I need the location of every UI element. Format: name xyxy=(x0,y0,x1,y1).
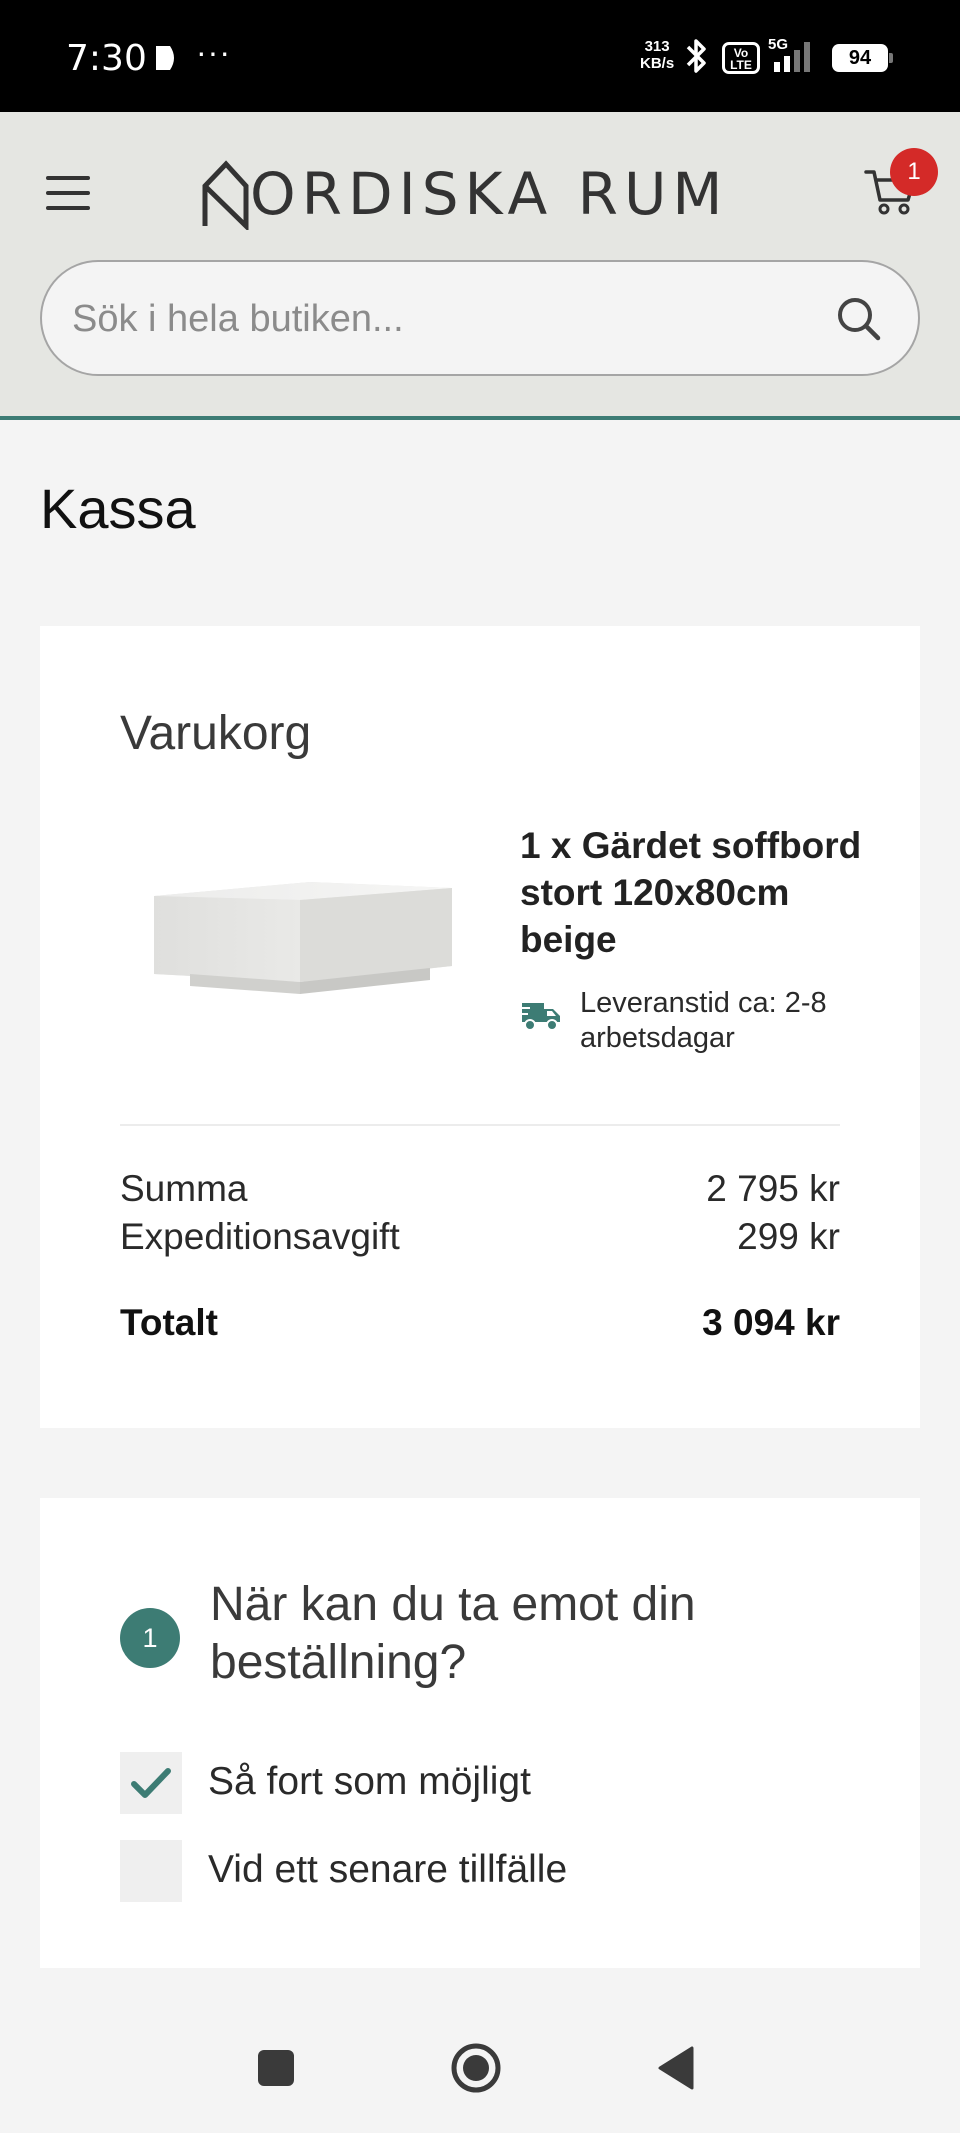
step-number-badge: 1 xyxy=(120,1608,180,1668)
back-icon[interactable] xyxy=(652,2042,704,2094)
site-header: ORDISKA RUM 1 xyxy=(0,112,960,420)
recent-apps-icon[interactable] xyxy=(250,2042,302,2094)
cart-summary-card: Varukorg 1 x Gärdet soffbord stort 120x8… xyxy=(40,626,920,1428)
cart-count-badge[interactable]: 1 xyxy=(890,148,938,196)
page-title: Kassa xyxy=(40,477,196,540)
total-label: Totalt xyxy=(120,1302,218,1343)
checkmark-icon xyxy=(131,1768,171,1798)
subtotal-label: Summa xyxy=(120,1168,248,1209)
search-bar xyxy=(40,260,920,376)
product-image[interactable] xyxy=(140,856,460,1006)
fee-label: Expeditionsavgift xyxy=(120,1216,400,1257)
total-value: 3 094 kr xyxy=(702,1302,840,1343)
cart-title: Varukorg xyxy=(120,707,312,760)
checkbox-later[interactable] xyxy=(120,1840,182,1902)
delivery-truck-icon xyxy=(520,1003,560,1031)
delivery-time-card: 1 När kan du ta emot din beställning? Så… xyxy=(40,1498,920,1968)
option-later[interactable]: Vid ett senare tillfälle xyxy=(120,1840,840,1904)
volte-icon: Vo LTE xyxy=(722,42,760,74)
option-asap[interactable]: Så fort som möjligt xyxy=(120,1752,840,1816)
search-input[interactable] xyxy=(72,294,832,344)
divider xyxy=(120,1124,840,1126)
option-asap-label[interactable]: Så fort som möjligt xyxy=(208,1760,531,1804)
media-play-icon xyxy=(156,46,174,70)
product-name[interactable]: 1 x Gärdet soffbord stort 120x80cm beige xyxy=(520,822,880,963)
status-bar: 7:30 ··· 313 KB/s Vo LTE 5G 94 xyxy=(0,0,960,112)
hamburger-menu-icon[interactable] xyxy=(46,176,90,210)
option-later-label[interactable]: Vid ett senare tillfälle xyxy=(208,1848,567,1892)
step-title: När kan du ta emot din beställning? xyxy=(210,1578,696,1689)
status-time: 7:30 xyxy=(66,38,147,79)
logo-n-icon xyxy=(202,160,249,230)
home-icon[interactable] xyxy=(450,2042,502,2094)
system-nav-bar xyxy=(0,2000,960,2133)
logo-text: ORDISKA RUM xyxy=(250,160,729,228)
network-type: 5G xyxy=(768,36,789,53)
fee-value: 299 kr xyxy=(737,1216,840,1257)
nordiska-rum-logo[interactable]: ORDISKA RUM xyxy=(200,152,760,232)
network-speed: 313 KB/s xyxy=(640,38,675,72)
checkbox-asap[interactable] xyxy=(120,1752,182,1814)
battery-icon: 94 xyxy=(832,44,893,72)
bluetooth-icon xyxy=(686,39,706,73)
search-icon[interactable] xyxy=(834,294,884,344)
more-notifications-icon: ··· xyxy=(196,34,231,70)
subtotal-value: 2 795 kr xyxy=(706,1168,840,1209)
delivery-time: Leveranstid ca: 2-8 arbetsdagar xyxy=(580,987,827,1054)
